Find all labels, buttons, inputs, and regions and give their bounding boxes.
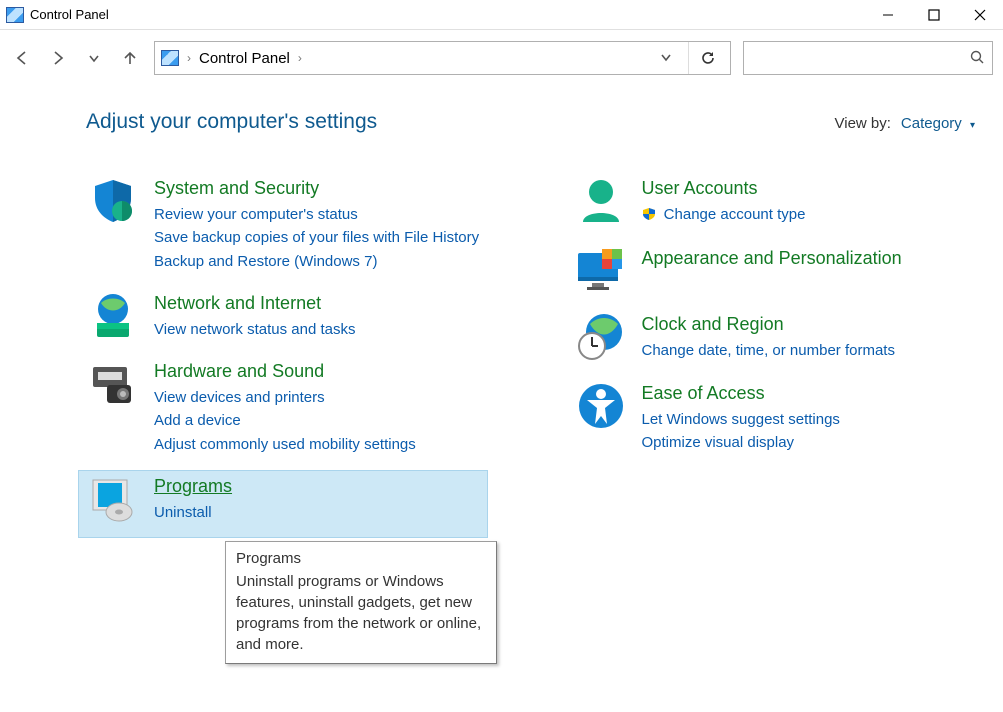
user-icon (574, 178, 628, 224)
category-title[interactable]: Ease of Access (642, 383, 976, 404)
category-clock-region[interactable]: Clock and Region Change date, time, or n… (566, 308, 976, 376)
category-appearance-personalization[interactable]: Appearance and Personalization (566, 242, 976, 308)
window-title: Control Panel (30, 7, 109, 22)
viewby-dropdown[interactable]: Category ▾ (901, 115, 975, 132)
category-title[interactable]: System and Security (154, 178, 488, 199)
category-title[interactable]: Clock and Region (642, 314, 976, 335)
category-programs[interactable]: Programs Uninstall (78, 470, 488, 538)
chevron-right-icon[interactable]: › (298, 51, 302, 65)
address-bar[interactable]: › Control Panel › (154, 41, 731, 75)
printer-camera-icon (86, 361, 140, 407)
category-title[interactable]: Programs (154, 476, 487, 497)
left-column: System and Security Review your computer… (0, 172, 488, 538)
category-link[interactable]: View network status and tasks (154, 318, 488, 341)
category-link[interactable]: View devices and printers (154, 386, 488, 409)
page-title: Adjust your computer's settings (86, 110, 377, 134)
globe-icon (86, 293, 140, 339)
category-link[interactable]: Adjust commonly used mobility settings (154, 433, 488, 456)
titlebar: Control Panel (0, 0, 1003, 30)
tooltip-title: Programs (236, 548, 486, 569)
category-ease-of-access[interactable]: Ease of Access Let Windows suggest setti… (566, 377, 976, 469)
category-link[interactable]: Backup and Restore (Windows 7) (154, 250, 488, 273)
heading-row: Adjust your computer's settings View by:… (86, 110, 975, 134)
category-title[interactable]: Hardware and Sound (154, 361, 488, 382)
toolbar: › Control Panel › (0, 30, 1003, 86)
search-icon (970, 50, 984, 67)
category-title[interactable]: User Accounts (642, 178, 976, 199)
recent-locations-button[interactable] (82, 46, 106, 70)
forward-button[interactable] (46, 46, 70, 70)
maximize-button[interactable] (911, 0, 957, 30)
category-link[interactable]: Let Windows suggest settings (642, 408, 976, 431)
category-hardware-sound[interactable]: Hardware and Sound View devices and prin… (78, 355, 488, 470)
category-link[interactable]: Review your computer's status (154, 203, 488, 226)
category-link-text: Change account type (664, 206, 806, 223)
category-user-accounts[interactable]: User Accounts Change account type (566, 172, 976, 242)
minimize-button[interactable] (865, 0, 911, 30)
content-area: Adjust your computer's settings View by:… (0, 86, 1003, 538)
category-system-security[interactable]: System and Security Review your computer… (78, 172, 488, 287)
tooltip-body: Uninstall programs or Windows features, … (236, 571, 486, 655)
back-button[interactable] (10, 46, 34, 70)
caret-down-icon: ▾ (970, 120, 975, 131)
viewby-label: View by: (835, 115, 891, 132)
address-location[interactable]: Control Panel (199, 50, 290, 67)
category-link[interactable]: Change date, time, or number formats (642, 339, 976, 362)
tooltip: Programs Uninstall programs or Windows f… (225, 541, 497, 664)
uac-shield-icon (642, 205, 656, 228)
category-network-internet[interactable]: Network and Internet View network status… (78, 287, 488, 355)
chevron-right-icon[interactable]: › (187, 51, 191, 65)
viewby-value: Category (901, 115, 962, 132)
close-button[interactable] (957, 0, 1003, 30)
shield-icon (86, 178, 140, 224)
search-box[interactable] (743, 41, 993, 75)
control-panel-icon (6, 7, 24, 23)
up-button[interactable] (118, 46, 142, 70)
address-app-icon (161, 50, 179, 66)
category-link[interactable]: Add a device (154, 409, 488, 432)
address-history-dropdown[interactable] (652, 50, 680, 67)
category-link[interactable]: Save backup copies of your files with Fi… (154, 226, 488, 249)
right-column: User Accounts Change account type Appear… (488, 172, 976, 538)
category-title[interactable]: Network and Internet (154, 293, 488, 314)
category-columns: System and Security Review your computer… (0, 172, 975, 538)
category-link[interactable]: Optimize visual display (642, 431, 976, 454)
monitor-colors-icon (574, 248, 628, 294)
category-title[interactable]: Appearance and Personalization (642, 248, 976, 269)
category-link[interactable]: Uninstall (154, 501, 487, 524)
refresh-button[interactable] (688, 42, 726, 74)
accessibility-icon (574, 383, 628, 429)
programs-icon (86, 476, 140, 522)
category-link[interactable]: Change account type (642, 203, 976, 228)
clock-globe-icon (574, 314, 628, 360)
